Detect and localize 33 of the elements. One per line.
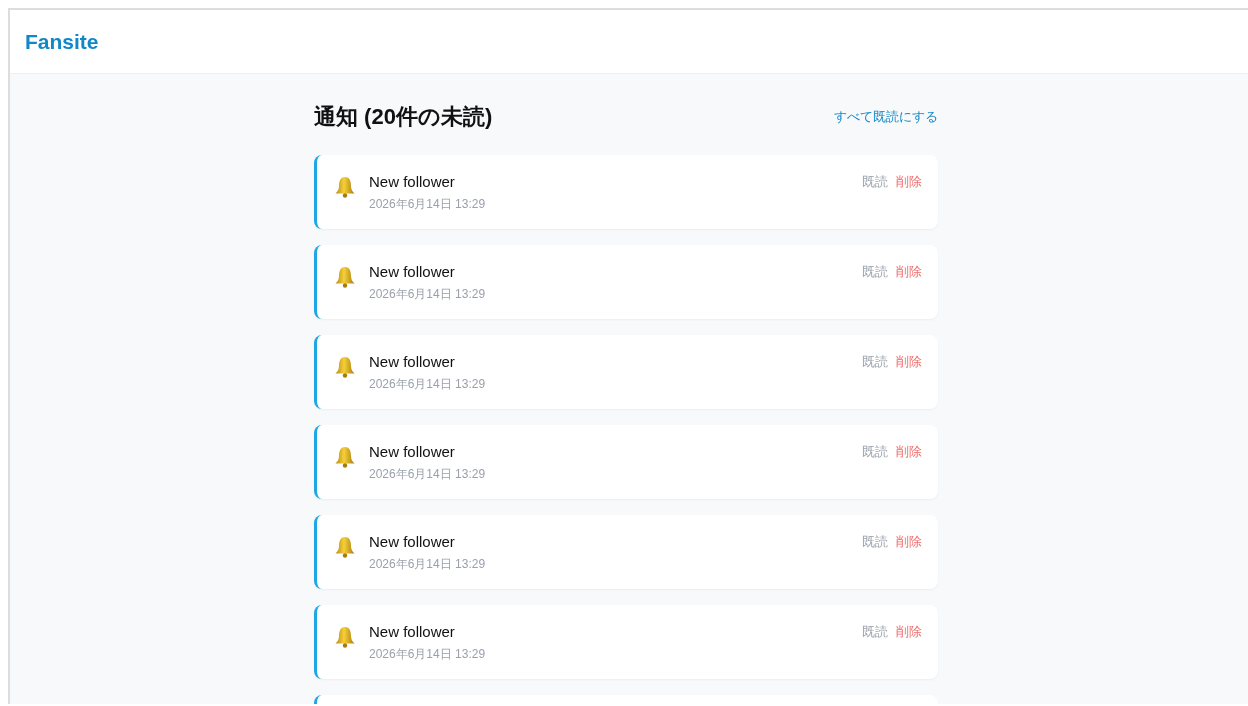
notification-title: New follower xyxy=(369,533,456,550)
mark-read-button[interactable]: 既読 xyxy=(862,623,888,641)
delete-button[interactable]: 削除 xyxy=(896,533,922,551)
delete-button[interactable]: 削除 xyxy=(896,623,922,641)
notification-time: 2026年6月14日 13:29 xyxy=(369,196,487,213)
notification-title: New follower xyxy=(369,623,456,640)
notification-time: 2026年6月14日 13:29 xyxy=(369,646,487,663)
bell-icon xyxy=(333,175,357,199)
bell-icon xyxy=(333,535,357,559)
notification-title: New follower xyxy=(369,353,456,370)
notification-time: 2026年6月14日 13:29 xyxy=(369,286,487,303)
mark-read-button[interactable]: 既読 xyxy=(862,173,888,191)
mark-read-button[interactable]: 既読 xyxy=(862,443,888,461)
site-logo[interactable]: Fansite xyxy=(25,29,99,54)
notification-time: 2026年6月14日 13:29 xyxy=(369,376,487,393)
delete-button[interactable]: 削除 xyxy=(896,263,922,281)
delete-button[interactable]: 削除 xyxy=(896,443,922,461)
notification-title: New follower xyxy=(369,443,456,460)
notification-time: 2026年6月14日 13:29 xyxy=(369,466,487,483)
bell-icon xyxy=(333,265,357,289)
mark-read-button[interactable]: 既読 xyxy=(862,533,888,551)
bell-icon xyxy=(333,355,357,379)
page-title: 通知 (20件の未読) xyxy=(314,103,493,131)
bell-icon xyxy=(333,625,357,649)
mark-read-button[interactable]: 既読 xyxy=(862,353,888,371)
mark-read-button[interactable]: 既読 xyxy=(862,263,888,281)
bell-icon xyxy=(333,445,357,469)
mark-all-read-link[interactable]: すべて既読にする xyxy=(834,108,938,126)
delete-button[interactable]: 削除 xyxy=(896,173,922,191)
notification-title: New follower xyxy=(369,173,456,190)
notification-time: 2026年6月14日 13:29 xyxy=(369,556,487,573)
notification-title: New follower xyxy=(369,263,456,280)
delete-button[interactable]: 削除 xyxy=(896,353,922,371)
